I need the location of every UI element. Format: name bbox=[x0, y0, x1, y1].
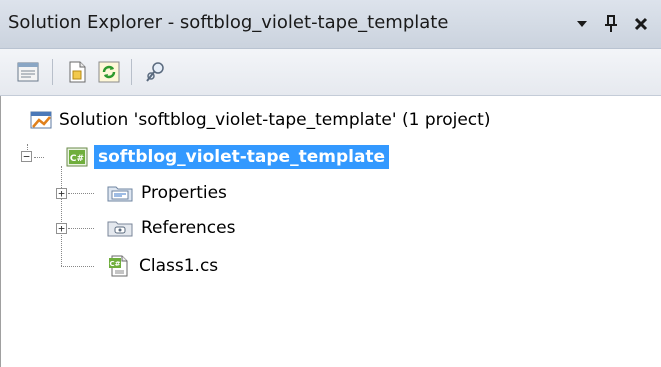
tree-connector bbox=[68, 193, 94, 194]
solution-explorer-panel: Solution Explorer - softblog_violet-tape… bbox=[0, 0, 661, 367]
csharp-file-icon: C# bbox=[109, 255, 128, 277]
tree-item-properties[interactable]: Properties bbox=[107, 178, 227, 208]
title-bar: Solution Explorer - softblog_violet-tape… bbox=[0, 0, 661, 49]
tree-item-label: softblog_violet-tape_template bbox=[94, 145, 390, 169]
tree-item-label: Class1.cs bbox=[139, 256, 219, 276]
properties-icon[interactable] bbox=[15, 59, 41, 85]
collapse-icon[interactable]: − bbox=[21, 151, 32, 162]
solution-tree: Solution 'softblog_violet-tape_template'… bbox=[0, 96, 661, 367]
close-icon[interactable] bbox=[628, 10, 654, 38]
class-view-icon[interactable] bbox=[143, 59, 169, 85]
expand-icon[interactable]: + bbox=[56, 223, 67, 234]
tree-item-class1[interactable]: C# Class1.cs bbox=[107, 251, 218, 281]
properties-folder-icon bbox=[107, 186, 133, 202]
references-folder-icon bbox=[107, 221, 133, 237]
tree-item-label: References bbox=[141, 218, 236, 238]
pin-icon[interactable] bbox=[598, 10, 624, 38]
solution-icon bbox=[30, 111, 52, 129]
expand-icon[interactable]: + bbox=[56, 188, 67, 199]
panel-title: Solution Explorer - softblog_violet-tape… bbox=[8, 12, 449, 33]
toolbar-separator bbox=[131, 59, 132, 85]
tree-item-solution[interactable]: Solution 'softblog_violet-tape_template'… bbox=[30, 105, 490, 135]
toolbar bbox=[0, 49, 661, 96]
tree-connector bbox=[34, 157, 44, 158]
tree-item-project[interactable]: C# softblog_violet-tape_template bbox=[66, 142, 390, 172]
tree-item-references[interactable]: References bbox=[107, 213, 235, 243]
tree-connector bbox=[61, 266, 94, 267]
refresh-icon[interactable] bbox=[96, 59, 122, 85]
svg-text:C#: C# bbox=[109, 260, 120, 268]
tree-connector bbox=[68, 228, 94, 229]
show-all-files-icon[interactable] bbox=[64, 59, 90, 85]
dropdown-arrow-icon[interactable] bbox=[569, 10, 595, 38]
tree-connector bbox=[61, 166, 62, 266]
toolbar-separator bbox=[52, 59, 53, 85]
tree-item-label: Solution 'softblog_violet-tape_template'… bbox=[59, 110, 491, 130]
csharp-project-icon: C# bbox=[66, 147, 88, 167]
svg-text:C#: C# bbox=[70, 154, 84, 164]
tree-item-label: Properties bbox=[141, 183, 227, 203]
